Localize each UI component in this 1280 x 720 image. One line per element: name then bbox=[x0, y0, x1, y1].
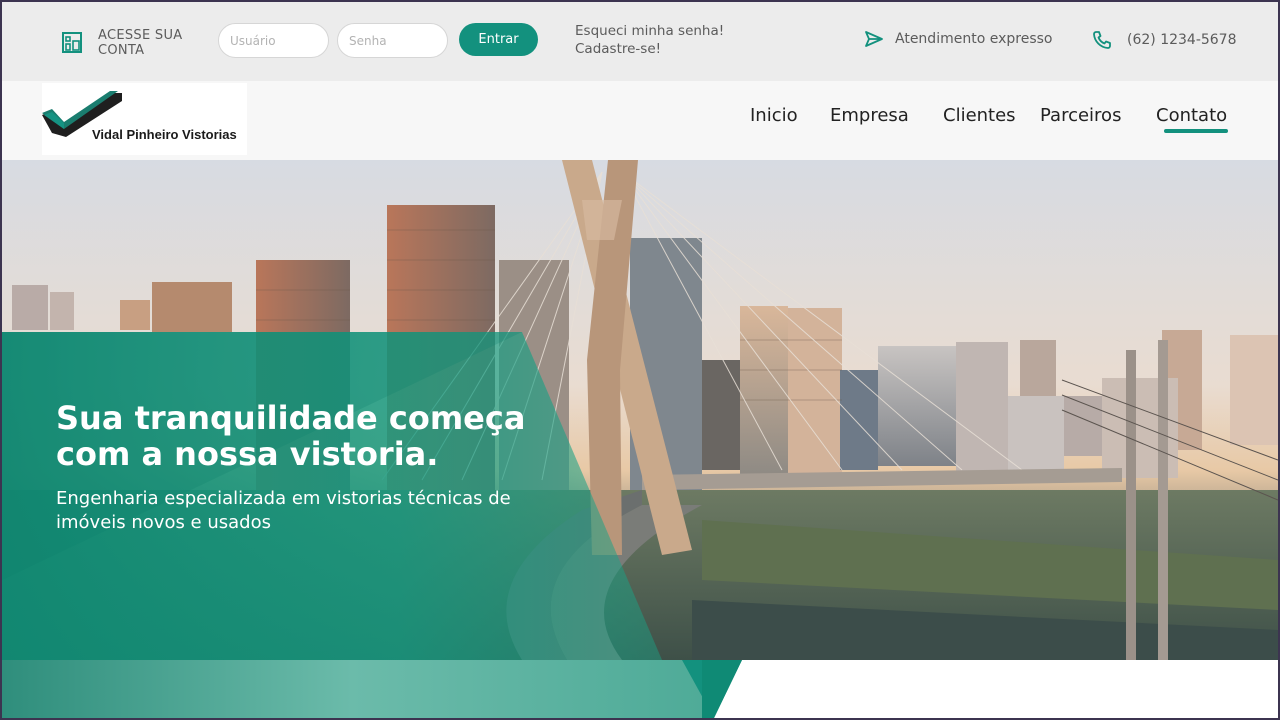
forgot-password-link[interactable]: Esqueci minha senha! bbox=[575, 22, 724, 40]
decorative-triangles bbox=[2, 660, 742, 718]
top-bar: ACESSE SUA CONTA Entrar Esqueci minha se… bbox=[2, 2, 1278, 81]
password-input[interactable] bbox=[337, 23, 448, 58]
page-frame: ACESSE SUA CONTA Entrar Esqueci minha se… bbox=[2, 2, 1278, 718]
account-links: Esqueci minha senha! Cadastre-se! bbox=[575, 22, 724, 58]
hero-title: Sua tranquilidade começa com a nossa vis… bbox=[56, 399, 526, 473]
active-nav-indicator bbox=[1164, 129, 1228, 133]
phone-icon[interactable] bbox=[1092, 30, 1112, 50]
nav-item-empresa[interactable]: Empresa bbox=[830, 105, 909, 126]
building-login-icon[interactable] bbox=[62, 32, 82, 53]
hero-subtitle: Engenharia especializada em vistorias té… bbox=[56, 488, 511, 533]
paper-plane-icon[interactable] bbox=[864, 30, 884, 48]
enter-button[interactable]: Entrar bbox=[459, 23, 538, 56]
hero-banner: Sua tranquilidade começa com a nossa vis… bbox=[2, 160, 1278, 660]
section-transition bbox=[2, 660, 1278, 718]
phone-number[interactable]: (62) 1234-5678 bbox=[1127, 32, 1237, 48]
express-service-link[interactable]: Atendimento expresso bbox=[895, 31, 1052, 47]
logo[interactable]: Vidal Pinheiro Vistorias bbox=[42, 83, 247, 155]
signup-link[interactable]: Cadastre-se! bbox=[575, 40, 724, 58]
main-nav: Vidal Pinheiro Vistorias Inicio Empresa … bbox=[2, 81, 1278, 160]
username-input[interactable] bbox=[218, 23, 329, 58]
nav-item-parceiros[interactable]: Parceiros bbox=[1040, 105, 1121, 126]
nav-item-contato[interactable]: Contato bbox=[1156, 105, 1227, 126]
nav-item-clientes[interactable]: Clientes bbox=[943, 105, 1016, 126]
login-label: ACESSE SUA CONTA bbox=[98, 28, 183, 58]
nav-item-inicio[interactable]: Inicio bbox=[750, 105, 798, 126]
logo-text: Vidal Pinheiro Vistorias bbox=[92, 127, 237, 142]
